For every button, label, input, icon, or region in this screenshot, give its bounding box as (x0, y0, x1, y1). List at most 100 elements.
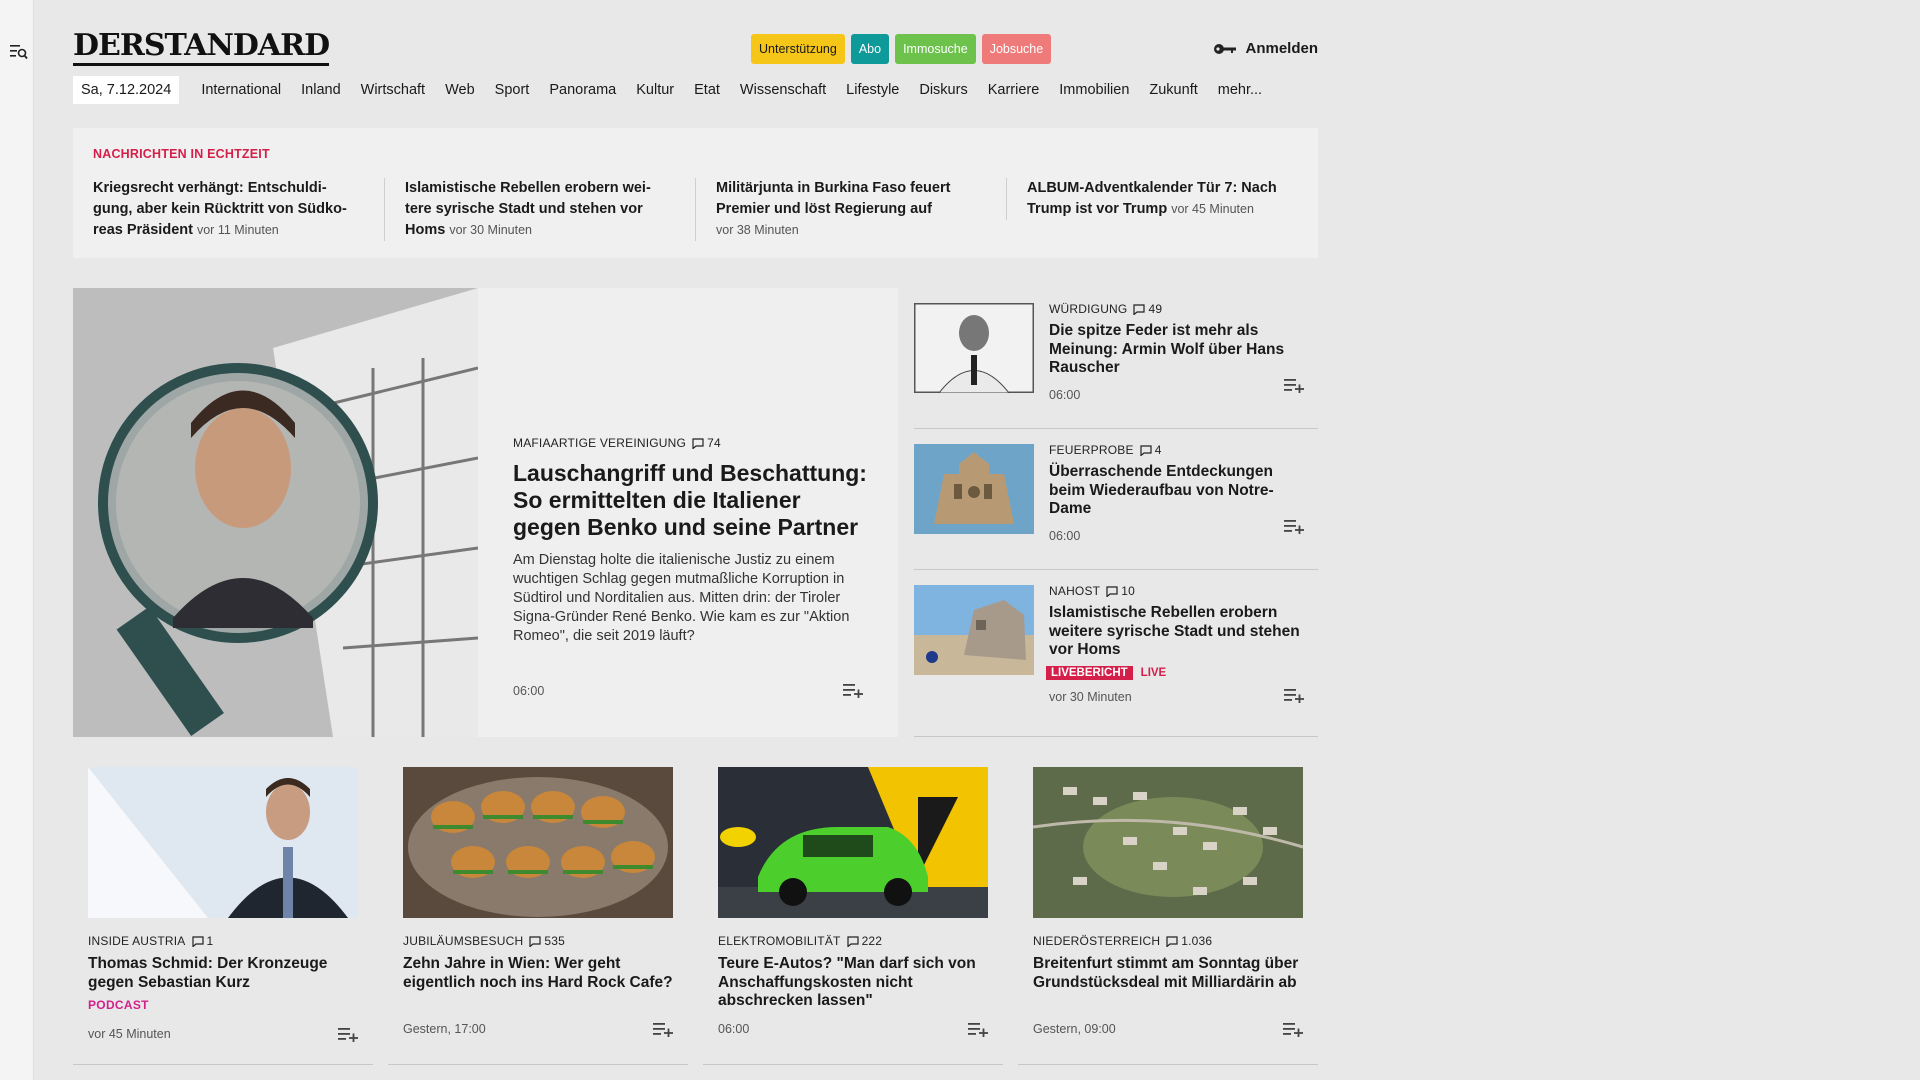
nav-item-immobilien[interactable]: Immobilien (1049, 82, 1139, 98)
nav-item-diskurs[interactable]: Diskurs (909, 82, 977, 98)
article-kicker: INSIDE AUSTRIA 1 (88, 934, 358, 948)
nav-item-wissenschaft[interactable]: Wissenschaft (730, 82, 836, 98)
add-to-list-icon[interactable] (968, 1021, 988, 1037)
hero-title[interactable]: Lauschangriff und Beschattung: So ermitt… (513, 460, 873, 541)
article-text: WÜRDIGUNG 49 Die spitze Feder ist mehr a… (1049, 302, 1304, 402)
article-text: NIEDERÖSTERREICH 1.036 Breitenfurt stimm… (1033, 934, 1303, 992)
article-text: JUBILÄUMSBESUCH 535 Zehn Jahre in Wien: … (403, 934, 673, 992)
kicker-label: INSIDE AUSTRIA (88, 934, 186, 948)
article-time: vor 45 Minuten (88, 1027, 171, 1041)
comment-count[interactable]: 49 (1133, 302, 1162, 316)
nav-item-international[interactable]: International (191, 82, 291, 98)
hero-article[interactable]: MAFIAARTIGE VEREINIGUNG 74 Lauschangriff… (73, 288, 898, 737)
kicker-label: FEUERPROBE (1049, 443, 1134, 457)
logo[interactable]: DERSTANDARD (73, 30, 330, 66)
ticker-time: vor 30 Minuten (449, 223, 533, 237)
article-title[interactable]: Islamistische Rebellen erobern weitere s… (1049, 604, 1304, 660)
chevron-down-icon[interactable]: ⌄ (319, 40, 330, 56)
nav-item-etat[interactable]: Etat (684, 82, 730, 98)
nav-item-web[interactable]: Web (435, 82, 485, 98)
nav-item-zukunft[interactable]: Zukunft (1139, 82, 1207, 98)
ticker-title: Militärjunta in Burkina Faso feuert Prem… (716, 180, 951, 217)
article-title[interactable]: Die spitze Feder ist mehr als Meinung: A… (1049, 322, 1304, 378)
add-to-list-icon[interactable] (338, 1026, 358, 1042)
article-title[interactable]: Zehn Jahre in Wien: Wer geht eigentlich … (403, 955, 673, 992)
nav-item-wirtschaft[interactable]: Wirtschaft (351, 82, 435, 98)
comment-count[interactable]: 74 (692, 436, 721, 450)
ticker-item[interactable]: Islamistische Rebellen erobern wei-tere … (384, 178, 674, 241)
nav-item-kultur[interactable]: Kultur (626, 82, 684, 98)
article-image (1033, 767, 1303, 918)
comment-count[interactable]: 1.036 (1166, 934, 1212, 948)
add-to-list-icon[interactable] (1283, 1021, 1303, 1037)
add-to-list-icon[interactable] (1284, 687, 1304, 703)
list-item[interactable]: FEUERPROBE 4 Überraschende Entdeckungen … (914, 429, 1318, 570)
article-title[interactable]: Thomas Schmid: Der Kronzeuge gegen Sebas… (88, 955, 358, 992)
ticker-item[interactable]: Militärjunta in Burkina Faso feuert Prem… (695, 178, 985, 241)
comment-count[interactable]: 222 (846, 934, 883, 948)
list-item[interactable]: NAHOST 10 Islamistische Rebellen erobern… (914, 570, 1318, 737)
comment-icon (529, 935, 541, 947)
nav-item-panorama[interactable]: Panorama (539, 82, 626, 98)
nav-item-karriere[interactable]: Karriere (978, 82, 1050, 98)
comment-count[interactable]: 4 (1140, 443, 1162, 457)
kicker-label: JUBILÄUMSBESUCH (403, 934, 524, 948)
login-button[interactable]: Anmelden (1213, 40, 1318, 57)
article-title[interactable]: Teure E-Autos? "Man darf sich von Anscha… (718, 955, 988, 1011)
add-to-list-icon[interactable] (843, 682, 863, 698)
ticker-label: NACHRICHTEN IN ECHTZEIT (93, 147, 270, 161)
comment-icon (846, 935, 859, 947)
list-item[interactable]: WÜRDIGUNG 49 Die spitze Feder ist mehr a… (914, 288, 1318, 429)
add-to-list-icon[interactable] (1284, 518, 1304, 534)
article-text: FEUERPROBE 4 Überraschende Entdeckungen … (1049, 443, 1304, 543)
current-date: Sa, 7.12.2024 (73, 76, 180, 104)
hero-text: MAFIAARTIGE VEREINIGUNG 74 Lauschangriff… (513, 436, 873, 646)
article-time: 06:00 (1049, 528, 1081, 543)
article-thumbnail (914, 585, 1034, 675)
comment-count[interactable]: 535 (529, 934, 565, 948)
immosuche-button[interactable]: Immosuche (895, 34, 976, 64)
key-icon (1214, 43, 1237, 54)
comment-count-value: 4 (1154, 443, 1162, 457)
kicker-label: NAHOST (1049, 584, 1101, 598)
comment-count[interactable]: 1 (191, 934, 214, 948)
article-text: NAHOST 10 Islamistische Rebellen erobern… (1046, 584, 1304, 704)
menu-search-icon[interactable] (10, 44, 28, 60)
add-to-list-icon[interactable] (653, 1021, 673, 1037)
ticker-item[interactable]: ALBUM-Adventkalender Tür 7: Nach Trump i… (1006, 178, 1296, 220)
article-card[interactable]: INSIDE AUSTRIA 1 Thomas Schmid: Der Kron… (73, 767, 373, 1065)
nav-item-lifestyle[interactable]: Lifestyle (836, 82, 909, 98)
article-time: 06:00 (718, 1022, 750, 1036)
comment-icon (1133, 303, 1146, 315)
article-time: Gestern, 09:00 (1033, 1022, 1116, 1036)
article-kicker: NIEDERÖSTERREICH 1.036 (1033, 934, 1303, 948)
article-image (88, 767, 358, 918)
article-kicker: WÜRDIGUNG 49 (1049, 302, 1304, 316)
jobsuche-button[interactable]: Jobsuche (981, 34, 1052, 64)
ticker-time: vor 45 Minuten (1171, 202, 1254, 216)
comment-count-value: 535 (544, 934, 565, 948)
comment-count[interactable]: 10 (1106, 584, 1135, 598)
ticker-item[interactable]: Kriegsrecht verhängt: Entschuldi-gung, a… (73, 178, 363, 241)
hero-teaser: Am Dienstag holte die italienische Justi… (513, 552, 850, 644)
nav-item-sport[interactable]: Sport (485, 82, 540, 98)
add-to-list-icon[interactable] (1284, 377, 1304, 393)
comment-count-value: 49 (1148, 302, 1163, 316)
article-title[interactable]: Überraschende Entdeckungen beim Wiederau… (1049, 463, 1304, 519)
unterstuetzung-button[interactable]: Unterstützung (751, 34, 845, 64)
comment-icon (1166, 935, 1178, 947)
article-kicker: JUBILÄUMSBESUCH 535 (403, 934, 673, 948)
article-card[interactable]: JUBILÄUMSBESUCH 535 Zehn Jahre in Wien: … (388, 767, 688, 1065)
article-text: ELEKTROMOBILITÄT 222 Teure E-Autos? "Man… (718, 934, 988, 1011)
article-card[interactable]: ELEKTROMOBILITÄT 222 Teure E-Autos? "Man… (703, 767, 1003, 1065)
nav-item-more[interactable]: mehr... (1208, 82, 1272, 98)
article-cards: INSIDE AUSTRIA 1 Thomas Schmid: Der Kron… (73, 767, 1318, 1067)
article-title[interactable]: Breitenfurt stimmt am Sonntag über Grund… (1033, 955, 1303, 992)
abo-button[interactable]: Abo (850, 34, 890, 64)
comment-icon (692, 437, 704, 449)
hero-image (73, 288, 478, 737)
kicker-label: WÜRDIGUNG (1049, 302, 1128, 316)
side-article-list: WÜRDIGUNG 49 Die spitze Feder ist mehr a… (914, 288, 1318, 737)
article-card[interactable]: NIEDERÖSTERREICH 1.036 Breitenfurt stimm… (1018, 767, 1318, 1065)
nav-item-inland[interactable]: Inland (291, 82, 351, 98)
